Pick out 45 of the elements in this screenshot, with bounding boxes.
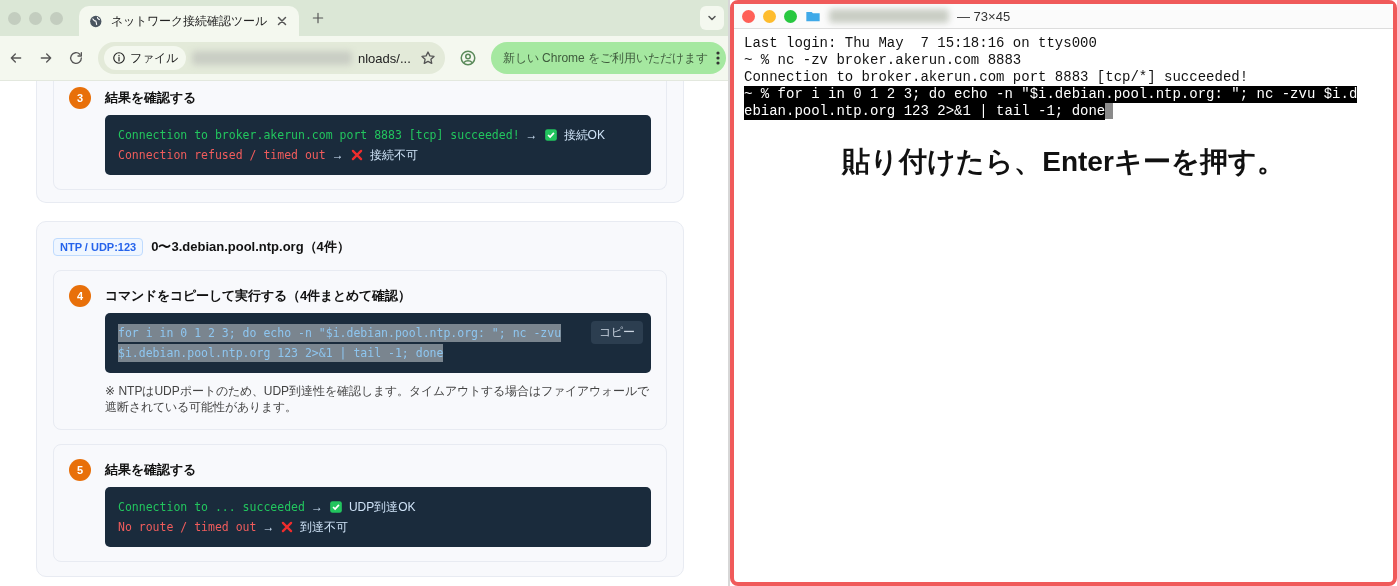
close-button[interactable] — [742, 9, 755, 23]
result-label: 接続OK — [563, 127, 605, 144]
address-bar[interactable]: ファイル nloads/... — [98, 42, 445, 74]
tab-title: ネットワーク接続確認ツール — [110, 12, 267, 30]
step-title: コマンドをコピーして実行する（4件まとめて確認） — [105, 287, 413, 305]
terminal-line: ~ % nc -zv broker.akerun.com 8883 — [744, 52, 1022, 69]
step-number: 3 — [69, 87, 91, 109]
cross-icon — [349, 148, 364, 162]
protocol-badge: NTP / UDP:123 — [53, 238, 144, 256]
output-text: Connection refused / timed out — [118, 147, 326, 164]
arrow-text: → — [525, 127, 538, 144]
section-title: 0〜3.debian.pool.ntp.org（4件） — [151, 238, 350, 256]
result-label: 到達不可 — [300, 519, 349, 536]
cross-icon — [280, 520, 295, 534]
browser-tab[interactable]: ネットワーク接続確認ツール — [79, 6, 299, 36]
copy-button[interactable]: コピー — [591, 321, 643, 344]
step-number: 4 — [69, 285, 91, 307]
step-number: 5 — [69, 459, 91, 481]
output-text: Connection to broker.akerun.com port 8883 [tcp] succeeded! — [118, 127, 520, 144]
arrow-text: → — [331, 147, 344, 164]
globe-icon — [89, 13, 103, 29]
update-button[interactable]: 新しい Chrome をご利用いただけます — [490, 42, 727, 74]
zoom-button[interactable] — [784, 9, 797, 23]
result-label: 接続不可 — [369, 147, 418, 164]
instruction-caption: 貼り付けたら、Enterキーを押す。 — [840, 145, 1286, 179]
arrow-text: → — [310, 499, 323, 516]
checkmark-icon — [328, 500, 343, 514]
output-text: Connection to ... succeeded — [118, 499, 305, 516]
terminal-line: Connection to broker.akerun.com port 8883 [tcp/*] succeeded! — [744, 69, 1249, 86]
window-title: — 73×45 — [957, 8, 1011, 24]
step-title: 結果を確認する — [105, 89, 197, 107]
output-text: No route / timed out — [118, 519, 257, 536]
info-icon — [112, 51, 126, 65]
more-icon[interactable] — [716, 51, 721, 65]
terminal-line: Last login: Thu May 7 15:18:16 on ttys000 — [744, 35, 1097, 52]
checkmark-icon — [543, 128, 558, 142]
note-text: ※ NTPはUDPポートのため、UDP到達性を確認します。タイムアウトする場合はファイアウォールで遮断されている可能性があります。 — [105, 383, 651, 415]
site-info-chip[interactable]: ファイル — [104, 46, 186, 70]
command-text: $i.debian.pool.ntp.org 123 2>&1 | tail -1; done — [118, 344, 444, 362]
step-title: 結果を確認する — [105, 461, 197, 479]
chevron-icon[interactable] — [700, 6, 724, 30]
arrow-text: → — [262, 519, 275, 536]
command-text: for i in 0 1 2 3; do echo -n "$i.debian.pool.ntp.org: "; nc -zvu — [118, 324, 562, 342]
url-text: nloads/... — [358, 50, 411, 66]
result-label: UDP到達OK — [348, 499, 416, 516]
